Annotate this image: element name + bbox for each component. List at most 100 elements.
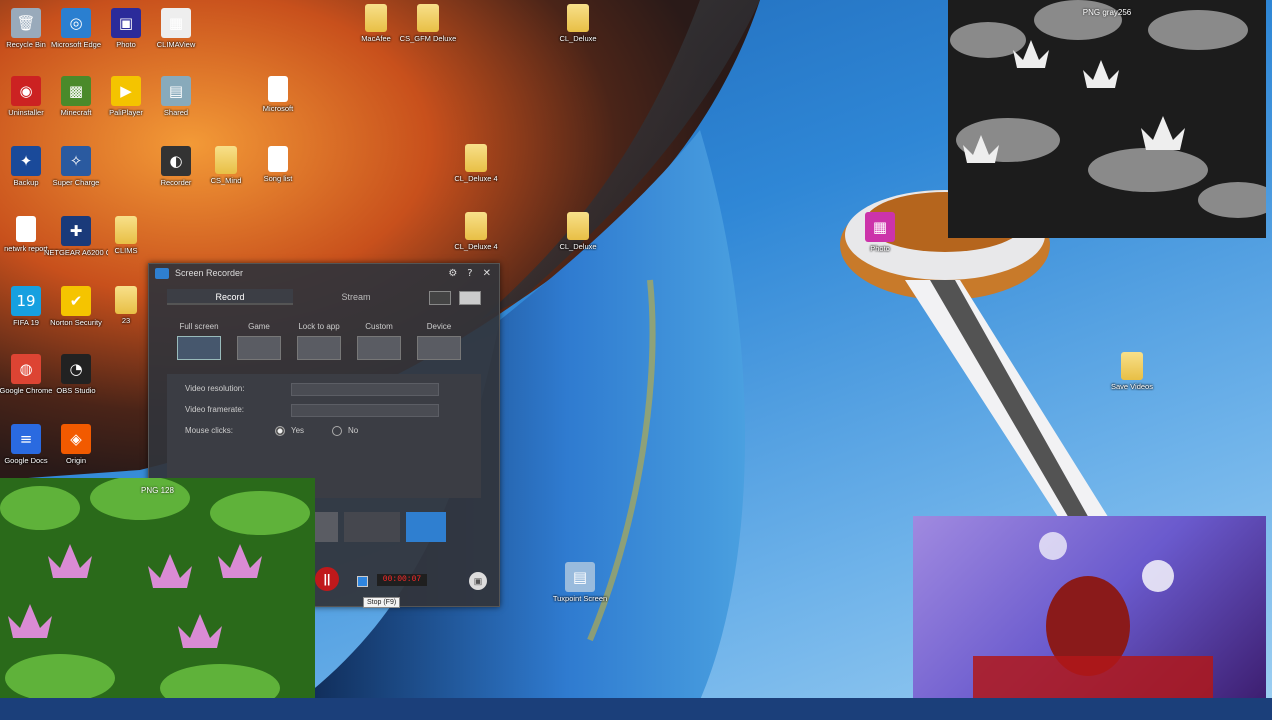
mode-full-screen[interactable]: Full screen [177,322,221,360]
app-icon: ◔ [61,354,91,384]
folder-icon [115,216,137,244]
audio-video-controls [304,512,446,542]
desktop-icon-label: Super Charge [52,178,100,187]
desktop-icon-label: CLIMS [114,246,138,255]
capture-screenshot-button[interactable] [429,291,451,305]
app-icon: ◐ [161,146,191,176]
app-icon: ▦ [865,212,895,242]
mode-lock-to-app[interactable]: Lock to app [297,322,341,360]
folder-icon [465,212,487,240]
video-resolution-dropdown[interactable] [291,383,439,396]
desktop-icon[interactable]: ▦ CLIMAView [144,8,208,49]
app-icon: ✚ [61,216,91,246]
app-icon: ▶ [111,76,141,106]
app-window-icon [297,336,341,360]
webcam-filter-panel [913,516,1266,716]
tab-stream[interactable]: Stream [293,289,419,305]
mouse-clicks-label: Mouse clicks: [185,426,234,435]
mode-label: Device [426,322,452,331]
desktop-icon[interactable]: Save Videos [1100,352,1164,391]
custom-area-icon [357,336,401,360]
mode-label: Lock to app [298,322,340,331]
desktop-icon-label: Photo [870,244,890,253]
desktop-icon-label: Tuxpoint Screen [552,594,608,603]
desktop-icon-label: Origin [65,456,86,465]
mode-game[interactable]: Game [237,322,281,360]
app-icon: ✔ [61,286,91,316]
gray-panel-title: PNG gray256 [1082,8,1132,17]
desktop-icon[interactable]: ▦ Photo [848,212,912,253]
taskbar[interactable] [0,698,1272,720]
desktop-icon[interactable]: ▤ Shared [144,76,208,117]
app-icon: ◉ [11,76,41,106]
desktop-icon[interactable]: CL_Deluxe [546,4,610,43]
mouse-clicks-no-option[interactable]: No [332,426,358,436]
webcam-image [973,532,1213,716]
radio-yes[interactable] [275,426,285,436]
video-framerate-dropdown[interactable] [291,404,439,417]
app-icon: ▤ [161,76,191,106]
desktop-icon-label: CL_Deluxe 4 [454,174,498,183]
color-panel-title: PNG 128 [141,486,174,495]
recorder-title: Screen Recorder [175,268,244,278]
desktop-icon-label: Microsoft [262,104,294,113]
desktop-icon-label: OBS Studio [56,386,96,395]
desktop-icon[interactable]: CLIMS [94,216,158,255]
desktop-icon[interactable]: CL_Deluxe 4 [444,144,508,183]
desktop-icon-label: Song list [263,174,293,183]
desktop-icon[interactable]: CS_GFM Deluxe [396,4,460,43]
record-region-button[interactable] [406,512,446,542]
mode-custom[interactable]: Custom [357,322,401,360]
desktop-icon[interactable]: Song list [246,146,310,183]
device-icon [417,336,461,360]
desktop-icon-label: Shared [163,108,189,117]
recorder-tabs: Record Stream [167,289,487,305]
app-icon: 19 [11,286,41,316]
desktop-icon[interactable]: ◈ Origin [44,424,108,465]
desktop-icon[interactable]: Microsoft [246,76,310,113]
folder-icon [417,4,439,32]
desktop-icon[interactable]: ◔ OBS Studio [44,354,108,395]
mode-device[interactable]: Device [417,322,461,360]
desktop-icon-label: CL_Deluxe 4 [454,242,498,251]
desktop-icon-label: CL_Deluxe [559,242,597,251]
folder-icon [567,212,589,240]
desktop-icon[interactable]: CL_Deluxe [546,212,610,251]
stop-button[interactable] [357,576,368,587]
radio-no[interactable] [332,426,342,436]
settings-gear-icon[interactable]: ⚙ [448,268,457,279]
water-lily-color-image [0,478,310,712]
recorder-title-bar[interactable]: Screen Recorder ⚙ ? ✕ [149,264,499,282]
desktop-icon[interactable]: CL_Deluxe 4 [444,212,508,251]
document-icon [16,216,36,242]
help-icon[interactable]: ? [467,268,472,279]
pause-button[interactable]: || [315,567,339,591]
folder-icon [1121,352,1143,380]
webcam-toggle-button[interactable] [459,291,481,305]
folder-icon [215,146,237,174]
grayscale-photo-panel: PNG gray256 [948,0,1266,238]
desktop-icon[interactable]: ▤ Tuxpoint Screen [548,562,612,603]
mode-label: Custom [365,322,393,331]
close-icon[interactable]: ✕ [483,268,491,279]
app-icon: ▤ [565,562,595,592]
camera-icon[interactable]: ▣ [469,572,487,590]
video-framerate-label: Video framerate: [185,405,244,414]
desktop[interactable]: 🗑 Recycle Bin ◎ Microsoft Edge ▣ Photo ▦ CLIMAV… [0,0,1272,720]
desktop-icon-label: Save Videos [1111,382,1153,391]
desktop-icon[interactable]: ✧ Super Charge [44,146,108,187]
folder-icon [465,144,487,172]
folder-icon [365,4,387,32]
app-icon: ◈ [61,424,91,454]
tab-record[interactable]: Record [167,289,293,305]
app-icon: ◍ [11,354,41,384]
app-icon: ≡ [11,424,41,454]
recorder-logo-icon [155,267,169,279]
desktop-icon-label: CS_GFM Deluxe [399,34,457,43]
water-lily-gray-image [950,0,1266,218]
volume-slider[interactable] [344,512,400,542]
recording-timer: 00:00:07 [377,574,427,586]
app-icon: ▩ [61,76,91,106]
document-icon [268,146,288,172]
mouse-clicks-yes-option[interactable]: Yes [275,426,304,436]
